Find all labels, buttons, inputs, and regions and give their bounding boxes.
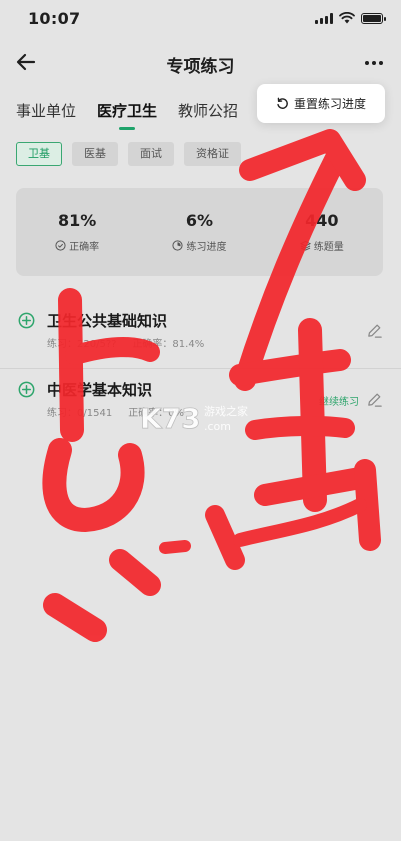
category-tabs: 事业单位 医疗卫生 教师公招: [16, 100, 238, 130]
stat-accuracy: 81% 正确率: [16, 188, 138, 276]
subject-title: 中医学基本知识: [47, 381, 153, 399]
subtab-interview[interactable]: 面试: [128, 142, 174, 166]
watermark-domain: .com: [204, 420, 231, 433]
accuracy-rate: 正确率：81.4%: [132, 339, 205, 350]
tab-label: 医疗卫生: [97, 102, 158, 120]
active-tab-indicator: [119, 127, 136, 130]
watermark-brand: K73: [140, 402, 201, 435]
battery-icon: [361, 12, 386, 24]
edit-pencil-icon[interactable]: [366, 391, 383, 408]
page-title: 专项练习: [166, 57, 235, 77]
stat-question-count: 440 练题量: [261, 188, 383, 276]
nav-bar: 专项练习: [0, 44, 401, 82]
subject-title: 卫生公共基础知识: [47, 312, 168, 330]
wifi-icon: [339, 12, 355, 24]
stat-value: 440: [305, 211, 339, 230]
tab-label: 事业单位: [16, 102, 77, 120]
stat-value: 6%: [185, 211, 214, 230]
subtab-health-basics[interactable]: 卫基: [16, 142, 62, 166]
refresh-icon: [277, 97, 288, 109]
stat-label: 练题量: [313, 242, 344, 253]
tab-teacher-recruitment[interactable]: 教师公招: [178, 100, 238, 130]
reset-progress-label: 重置练习进度: [293, 97, 366, 111]
practiced-count: 练习：0/1541: [47, 408, 113, 419]
tab-label: 教师公招: [178, 102, 239, 120]
status-time: 10:07: [28, 9, 81, 28]
subject-meta: 练习：220/5?? 正确率：81.4%: [47, 335, 204, 350]
sub-tabs: 卫基 医基 面试 资格证: [16, 142, 241, 166]
edit-pencil-icon[interactable]: [366, 322, 383, 339]
cellular-signal-icon: [315, 12, 333, 24]
stat-value: 81%: [58, 211, 97, 230]
status-bar: 10:07: [0, 0, 401, 36]
stat-label: 正确率: [69, 242, 100, 253]
subtab-qualification[interactable]: 资格证: [184, 142, 241, 166]
layers-icon: [299, 240, 311, 251]
watermark-text: 游戏之家: [204, 404, 248, 418]
site-watermark-logo: K73 游戏之家 .com: [140, 402, 248, 436]
tab-medical-health[interactable]: 医疗卫生: [97, 100, 157, 130]
stat-progress: 6% 练习进度: [138, 188, 260, 276]
tab-public-institution[interactable]: 事业单位: [16, 100, 76, 130]
progress-circle-icon: [172, 240, 184, 251]
subtab-medical-basics[interactable]: 医基: [72, 142, 118, 166]
check-circle-icon: [55, 240, 66, 251]
stat-label-row: 练习进度: [172, 238, 226, 253]
add-circle-icon[interactable]: [18, 381, 35, 398]
more-options-icon[interactable]: [363, 54, 385, 72]
stat-label-row: 练题量: [299, 238, 344, 253]
stat-label: 练习进度: [186, 242, 227, 253]
continue-practice-link[interactable]: 继续练习: [319, 393, 359, 408]
reset-progress-button[interactable]: 重置练习进度: [257, 84, 385, 123]
stats-card: 81% 正确率 6% 练习进度 440 练题量: [16, 188, 383, 276]
practiced-count: 练习：220/5??: [47, 339, 117, 350]
stat-label-row: 正确率: [55, 238, 99, 253]
add-circle-icon[interactable]: [18, 312, 35, 329]
status-icons: [315, 12, 386, 24]
list-item[interactable]: 卫生公共基础知识 练习：220/5?? 正确率：81.4%: [0, 300, 401, 368]
